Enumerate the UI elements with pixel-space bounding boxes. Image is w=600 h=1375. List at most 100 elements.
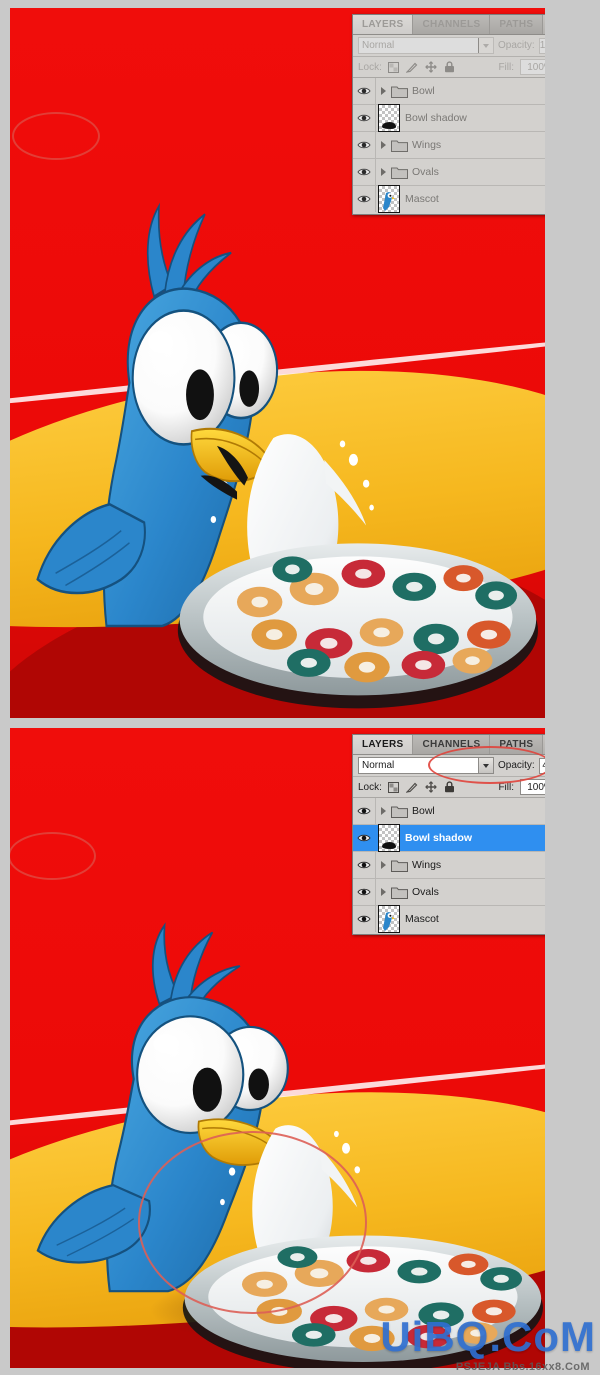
- lock-transparent-pixels-icon[interactable]: [387, 781, 399, 793]
- layer-row-wings[interactable]: Wings: [353, 132, 545, 159]
- mascot-thumbnail-icon: [383, 912, 395, 931]
- lock-all-icon[interactable]: [444, 61, 455, 73]
- tab-layers[interactable]: LAYERS: [353, 735, 414, 754]
- visibility-toggle[interactable]: [353, 78, 376, 104]
- eye-icon: [357, 114, 371, 122]
- fill-label: Fill:: [498, 61, 514, 73]
- group-expand-arrow-icon[interactable]: [376, 168, 391, 176]
- lock-transparent-pixels-icon[interactable]: [387, 61, 399, 73]
- eye-icon: [357, 87, 371, 95]
- palette-tab-bar: LAYERS CHANNELS PATHS: [353, 15, 545, 35]
- blend-opacity-row: Normal Opacity: 40%: [353, 755, 545, 777]
- layers-palette-after[interactable]: LAYERS CHANNELS PATHS Normal Opacity: 40…: [352, 734, 545, 935]
- layer-row-mascot[interactable]: Mascot: [353, 185, 545, 213]
- layer-name: Ovals: [412, 886, 439, 898]
- watermark-primary: UiBQ.CoM: [380, 1313, 596, 1360]
- layer-name: Bowl: [412, 85, 435, 97]
- eye-icon: [357, 195, 371, 203]
- tab-paths[interactable]: PATHS: [490, 15, 544, 34]
- layer-row-bowl-shadow[interactable]: Bowl shadow: [353, 104, 545, 132]
- palette-tab-bar: LAYERS CHANNELS PATHS: [353, 735, 545, 755]
- chevron-down-icon[interactable]: [478, 758, 493, 773]
- artwork-panel-before: LAYERS CHANNELS PATHS Normal Opacity: 10…: [10, 8, 545, 718]
- layer-thumbnail[interactable]: [378, 824, 400, 852]
- opacity-label: Opacity:: [498, 760, 535, 771]
- watermark-secondary: PSJEJA Bbs.16xx8.CoM: [455, 1361, 590, 1373]
- eye-icon: [357, 807, 371, 815]
- folder-icon: [391, 86, 408, 98]
- eye-icon: [357, 888, 371, 896]
- group-expand-arrow-icon[interactable]: [376, 807, 391, 815]
- eye-icon: [357, 168, 371, 176]
- lock-image-pixels-icon[interactable]: [405, 62, 418, 73]
- tab-paths[interactable]: PATHS: [490, 735, 544, 754]
- eye-icon: [357, 915, 371, 923]
- tutorial-screenshot: LAYERS CHANNELS PATHS Normal Opacity: 10…: [0, 0, 600, 1375]
- visibility-toggle[interactable]: [353, 798, 376, 824]
- tab-layers[interactable]: LAYERS: [353, 15, 414, 34]
- blend-mode-select[interactable]: Normal: [358, 37, 494, 54]
- layers-palette-before[interactable]: LAYERS CHANNELS PATHS Normal Opacity: 10…: [352, 14, 545, 215]
- visibility-toggle[interactable]: [353, 879, 376, 905]
- lock-position-icon[interactable]: [425, 61, 437, 73]
- tab-channels[interactable]: CHANNELS: [413, 735, 491, 754]
- visibility-toggle[interactable]: [353, 825, 376, 851]
- blend-mode-value: Normal: [362, 40, 395, 51]
- eye-icon: [357, 834, 371, 842]
- layer-row-ovals[interactable]: Ovals: [353, 159, 545, 186]
- opacity-label: Opacity:: [498, 40, 535, 51]
- fill-input[interactable]: 100%: [520, 779, 545, 795]
- opacity-input[interactable]: 100%: [538, 37, 545, 54]
- layer-row-ovals[interactable]: Ovals: [353, 879, 545, 906]
- folder-icon: [391, 806, 408, 818]
- tab-channels[interactable]: CHANNELS: [413, 15, 491, 34]
- group-expand-arrow-icon[interactable]: [376, 141, 391, 149]
- layer-name: Bowl: [412, 805, 435, 817]
- blend-opacity-row: Normal Opacity: 100%: [353, 35, 545, 57]
- artwork-panel-after: LAYERS CHANNELS PATHS Normal Opacity: 40…: [10, 728, 545, 1368]
- layer-row-bowl-shadow[interactable]: Bowl shadow: [353, 824, 545, 852]
- lock-label: Lock:: [358, 781, 382, 793]
- blend-mode-select[interactable]: Normal: [358, 757, 494, 774]
- folder-icon: [391, 167, 408, 179]
- eye-icon: [357, 141, 371, 149]
- layer-name: Bowl shadow: [405, 832, 473, 844]
- layer-row-bowl[interactable]: Bowl: [353, 798, 545, 825]
- layer-name: Bowl shadow: [405, 112, 467, 124]
- layer-list-before: Bowl Bowl shadow Wings Ovals Mascot: [353, 78, 545, 214]
- layer-name: Ovals: [412, 166, 439, 178]
- fill-input[interactable]: 100%: [520, 59, 545, 75]
- eye-icon: [357, 861, 371, 869]
- visibility-toggle[interactable]: [353, 105, 376, 131]
- blend-mode-value: Normal: [362, 760, 395, 771]
- lock-row: Lock: Fill: 100: [353, 777, 545, 798]
- group-expand-arrow-icon[interactable]: [376, 888, 391, 896]
- lock-label: Lock:: [358, 61, 382, 73]
- layer-name: Mascot: [405, 193, 439, 205]
- lock-all-icon[interactable]: [444, 781, 455, 793]
- layer-list-after: Bowl Bowl shadow Wings Ovals Mascot: [353, 798, 545, 934]
- visibility-toggle[interactable]: [353, 132, 376, 158]
- layer-thumbnail[interactable]: [378, 185, 400, 213]
- group-expand-arrow-icon[interactable]: [376, 87, 391, 95]
- folder-icon: [391, 140, 408, 152]
- layer-row-mascot[interactable]: Mascot: [353, 905, 545, 933]
- visibility-toggle[interactable]: [353, 906, 376, 932]
- layer-name: Mascot: [405, 913, 439, 925]
- lock-image-pixels-icon[interactable]: [405, 782, 418, 793]
- visibility-toggle[interactable]: [353, 186, 376, 212]
- layer-thumbnail[interactable]: [378, 905, 400, 933]
- group-expand-arrow-icon[interactable]: [376, 861, 391, 869]
- opacity-input[interactable]: 40%: [538, 757, 545, 774]
- lock-position-icon[interactable]: [425, 781, 437, 793]
- chevron-down-icon[interactable]: [478, 38, 493, 53]
- layer-row-wings[interactable]: Wings: [353, 852, 545, 879]
- visibility-toggle[interactable]: [353, 159, 376, 185]
- layer-row-bowl[interactable]: Bowl: [353, 78, 545, 105]
- lock-row: Lock: Fill: 100: [353, 57, 545, 78]
- folder-icon: [391, 887, 408, 899]
- layer-name: Wings: [412, 139, 442, 151]
- mascot-thumbnail-icon: [383, 192, 395, 211]
- layer-thumbnail[interactable]: [378, 104, 400, 132]
- visibility-toggle[interactable]: [353, 852, 376, 878]
